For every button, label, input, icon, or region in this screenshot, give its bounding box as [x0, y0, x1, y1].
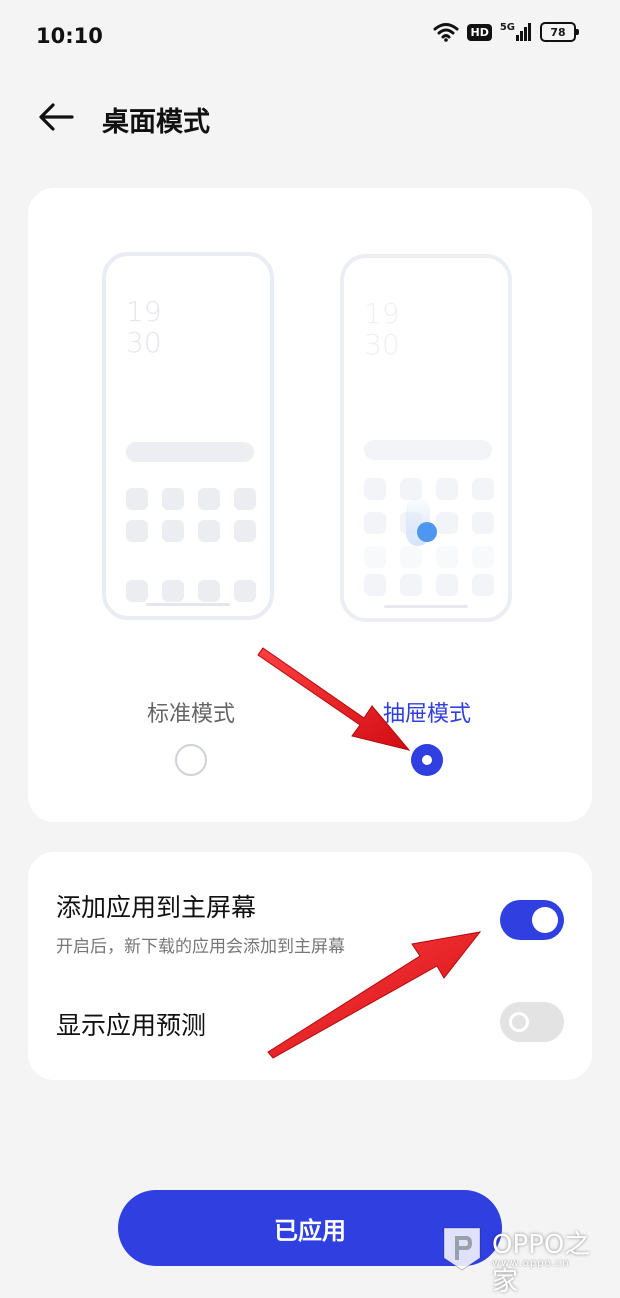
preview-home-indicator [146, 603, 230, 606]
preview-app-icon [198, 488, 220, 510]
watermark: OPPO之家 www.oppo.cn [440, 1220, 610, 1297]
page-title: 桌面模式 [102, 107, 210, 138]
preview-dock-icon [162, 580, 184, 602]
preview-app-icon [400, 574, 422, 596]
preview-app-icon [472, 546, 494, 568]
preview-app-icon [162, 520, 184, 542]
preview-search-bar [126, 442, 254, 462]
preview-app-icon [472, 512, 494, 534]
preview-search-bar [364, 440, 492, 460]
swipe-gesture-dot [417, 522, 437, 542]
preview-app-icon [126, 520, 148, 542]
preview-clock-minute: 30 [126, 326, 162, 359]
preview-app-icon [364, 512, 386, 534]
preview-home-indicator [384, 605, 468, 608]
signal-5g-label: 5G [499, 22, 515, 33]
arrow-left-icon[interactable] [36, 100, 76, 134]
preview-app-icon [234, 520, 256, 542]
battery-icon: 78 [540, 22, 579, 42]
preview-app-icon [126, 488, 148, 510]
preview-app-icon [400, 478, 422, 500]
preview-clock-hour: 19 [364, 297, 400, 330]
battery-level: 78 [550, 25, 566, 39]
preview-app-icon [364, 546, 386, 568]
show-prediction-title: 显示应用预测 [56, 1011, 207, 1040]
preview-app-icon [234, 488, 256, 510]
oppo-home-logo-icon [443, 1227, 481, 1271]
status-bar: 10:10 HD 5G 78 [0, 0, 620, 76]
signal-bars-icon [516, 23, 531, 41]
drawer-mode-radio[interactable] [411, 744, 443, 776]
add-to-home-switch[interactable] [500, 900, 564, 940]
preview-dock-icon [234, 580, 256, 602]
watermark-url: www.oppo.cn [492, 1258, 570, 1269]
preview-app-icon [436, 478, 458, 500]
preview-dock-icon [126, 580, 148, 602]
standard-mode-radio[interactable] [175, 744, 207, 776]
preview-dock-icon [198, 580, 220, 602]
preview-clock-hour: 19 [126, 295, 162, 328]
preview-app-icon [436, 546, 458, 568]
drawer-mode-preview[interactable]: 19 30 [340, 254, 512, 622]
settings-card: 添加应用到主屏幕 开启后，新下载的应用会添加到主屏幕 显示应用预测 [28, 852, 592, 1080]
preview-app-icon [198, 520, 220, 542]
hd-icon: HD [467, 23, 492, 41]
header: 桌面模式 [0, 86, 620, 148]
standard-mode-label[interactable]: 标准模式 [111, 696, 271, 728]
preview-app-icon [436, 512, 458, 534]
preview-app-icon [400, 546, 422, 568]
desktop-mode-card: 19 30 19 30 标准模式 抽屉模式 [28, 188, 592, 822]
show-prediction-switch[interactable] [500, 1002, 564, 1042]
signal-5g-icon: 5G [500, 23, 532, 41]
wifi-icon [433, 23, 459, 42]
preview-app-icon [436, 574, 458, 596]
drawer-mode-label[interactable]: 抽屉模式 [347, 696, 507, 728]
add-to-home-description: 开启后，新下载的应用会添加到主屏幕 [56, 937, 345, 957]
preview-app-icon [472, 574, 494, 596]
status-time: 10:10 [36, 24, 103, 48]
preview-clock: 19 30 [126, 296, 162, 358]
preview-clock-minute: 30 [364, 328, 400, 361]
add-to-home-title: 添加应用到主屏幕 [56, 893, 257, 922]
standard-mode-preview[interactable]: 19 30 [102, 252, 274, 620]
status-icons: HD 5G 78 [433, 22, 579, 42]
preview-app-icon [472, 478, 494, 500]
preview-app-icon [364, 478, 386, 500]
preview-app-icon [162, 488, 184, 510]
preview-clock: 19 30 [364, 298, 400, 360]
preview-app-icon [364, 574, 386, 596]
